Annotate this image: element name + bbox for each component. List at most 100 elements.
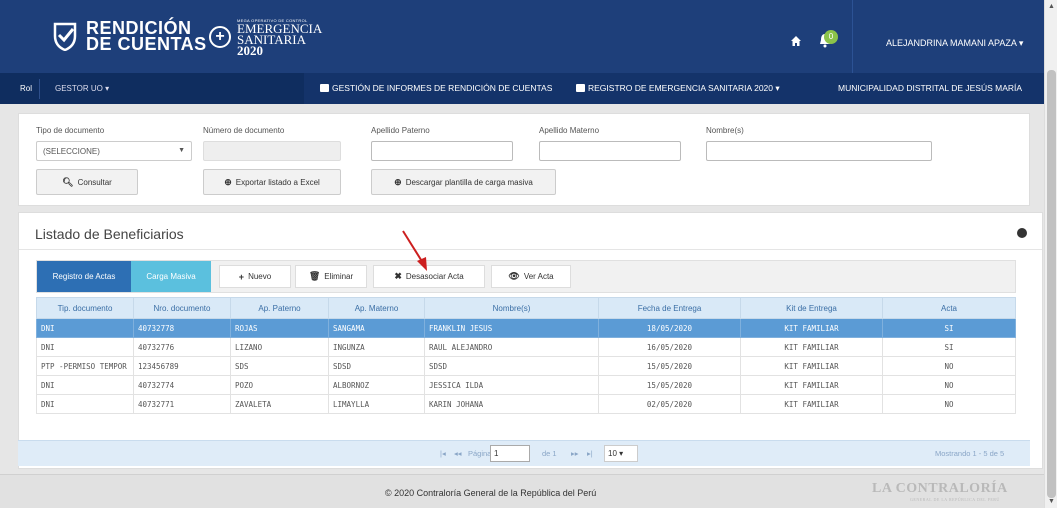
col-tip-documento[interactable]: Tip. documento (36, 297, 134, 319)
collapse-icon[interactable] (1017, 228, 1027, 238)
tipo-documento-value: (SELECCIONE) (43, 147, 100, 156)
cell-tip-documento: DNI (36, 375, 134, 395)
filter-panel: Tipo de documento (SELECCIONE) ▼ Número … (18, 113, 1030, 206)
pagina-label: Página (468, 449, 492, 458)
apellido-paterno-input[interactable] (371, 141, 513, 161)
cell-acta: NO (882, 356, 1016, 376)
cell-ap-materno: SANGAMA (328, 318, 425, 338)
beneficiarios-table: Tip. documento Nro. documento Ap. Patern… (36, 297, 1016, 414)
cell-ap-materno: SDSD (328, 356, 425, 376)
cell-acta: NO (882, 375, 1016, 395)
exportar-label: Exportar listado a Excel (235, 177, 320, 187)
copyright-text: © 2020 Contraloría General de la Repúbli… (385, 488, 597, 498)
page-scrollbar[interactable]: ▲ ▼ (1044, 0, 1057, 508)
exportar-excel-button[interactable]: ⊕ Exportar listado a Excel (203, 169, 341, 195)
apellido-paterno-label: Apellido Paterno (371, 126, 430, 135)
cell-fecha: 15/05/2020 (598, 375, 741, 395)
cell-acta: SI (882, 318, 1016, 338)
search-icon: 🔍︎ (62, 176, 74, 187)
panel-title: Listado de Beneficiarios (35, 226, 184, 242)
cell-tip-documento: PTP -PERMISO TEMPOR (36, 356, 134, 376)
user-menu[interactable]: ALEJANDRINA MAMANI APAZA ▾ (886, 38, 1023, 49)
cell-kit: KIT FAMILIAR (740, 356, 883, 376)
nav-registro-emergencia[interactable]: REGISTRO DE EMERGENCIA SANITARIA 2020 ▾ (576, 83, 780, 94)
contraloria-logo-line2: GENERAL DE LA REPÚBLICA DEL PERÚ (910, 497, 1000, 502)
tipo-documento-select[interactable]: (SELECCIONE) ▼ (36, 141, 192, 161)
trash-icon: 🗑︎ (308, 271, 321, 281)
numero-documento-input[interactable] (203, 141, 341, 161)
page-footer: © 2020 Contraloría General de la Repúbli… (0, 474, 1044, 508)
apellido-materno-input[interactable] (539, 141, 681, 161)
table-row[interactable]: DNI 40732771 ZAVALETA LIMAYLLA KARIN JOH… (36, 394, 1016, 414)
emergencia-sanitaria-logo[interactable]: + MEGA OPERATIVO DE CONTROL EMERGENCIA S… (209, 18, 322, 57)
prev-page-icon[interactable]: ◂◂ (454, 449, 462, 458)
monitor-icon (576, 84, 585, 92)
col-ap-materno[interactable]: Ap. Materno (328, 297, 425, 319)
table-row[interactable]: DNI 40732778 ROJAS SANGAMA FRANKLIN JESU… (36, 318, 1016, 338)
table-row[interactable]: DNI 40732776 LIZANO INGUNZA RAUL ALEJAND… (36, 337, 1016, 357)
last-page-icon[interactable]: ▸| (587, 449, 593, 458)
cell-ap-materno: LIMAYLLA (328, 394, 425, 414)
table-row[interactable]: DNI 40732774 POZO ALBORNOZ JESSICA ILDA … (36, 375, 1016, 395)
nuevo-button[interactable]: + Nuevo (219, 265, 291, 288)
cell-nro-documento: 123456789 (133, 356, 231, 376)
cell-ap-paterno: POZO (230, 375, 329, 395)
role-dropdown[interactable]: GESTOR UO ▾ (55, 84, 109, 93)
page-size-select[interactable]: 10 ▾ (604, 445, 638, 462)
eliminar-button[interactable]: 🗑︎ Eliminar (295, 265, 367, 288)
top-header: RENDICIÓN DE CUENTAS + MEGA OPERATIVO DE… (0, 0, 1044, 73)
numero-documento-label: Número de documento (203, 126, 285, 135)
tab-carga-masiva[interactable]: Carga Masiva (131, 261, 211, 292)
descargar-plantilla-button[interactable]: ⊕ Descargar plantilla de carga masiva (371, 169, 556, 195)
role-section: Rol GESTOR UO ▾ (0, 73, 304, 104)
cell-fecha: 02/05/2020 (598, 394, 741, 414)
cell-nro-documento: 40732776 (133, 337, 231, 357)
ver-acta-label: Ver Acta (523, 272, 554, 281)
consultar-button[interactable]: 🔍︎ Consultar (36, 169, 138, 195)
cell-ap-materno: INGUNZA (328, 337, 425, 357)
cell-nombres: FRANKLIN JESUS (424, 318, 599, 338)
nombres-input[interactable] (706, 141, 932, 161)
col-acta[interactable]: Acta (882, 297, 1016, 319)
notification-badge: 0 (824, 30, 838, 44)
role-value: GESTOR UO (55, 84, 103, 93)
cell-ap-paterno: ZAVALETA (230, 394, 329, 414)
page-number-input[interactable]: 1 (490, 445, 530, 462)
home-icon[interactable] (790, 35, 802, 47)
col-nombres[interactable]: Nombre(s) (424, 297, 599, 319)
cell-fecha: 16/05/2020 (598, 337, 741, 357)
rendicion-cuentas-logo[interactable]: RENDICIÓN DE CUENTAS (52, 19, 207, 53)
cell-ap-paterno: SDS (230, 356, 329, 376)
next-page-icon[interactable]: ▸▸ (571, 449, 579, 458)
col-fecha-entrega[interactable]: Fecha de Entrega (598, 297, 741, 319)
chevron-down-icon: ▼ (178, 147, 185, 154)
cell-fecha: 15/05/2020 (598, 356, 741, 376)
col-ap-paterno[interactable]: Ap. Paterno (230, 297, 329, 319)
cell-ap-materno: ALBORNOZ (328, 375, 425, 395)
col-nro-documento[interactable]: Nro. documento (133, 297, 231, 319)
first-page-icon[interactable]: |◂ (440, 449, 446, 458)
header-divider (852, 0, 853, 73)
cell-nombres: RAUL ALEJANDRO (424, 337, 599, 357)
nav-gestion-informes[interactable]: GESTIÓN DE INFORMES DE RENDICIÓN DE CUEN… (320, 83, 552, 93)
panel-divider (19, 249, 1042, 250)
plus-icon: + (238, 271, 245, 282)
contraloria-logo-line1: LA CONTRALORÍA (872, 481, 1008, 496)
download-icon: ⊕ (394, 176, 402, 187)
nombres-label: Nombre(s) (706, 126, 744, 135)
apellido-materno-label: Apellido Materno (539, 126, 600, 135)
col-kit-entrega[interactable]: Kit de Entrega (740, 297, 883, 319)
ver-acta-button[interactable]: 👁︎ Ver Acta (491, 265, 571, 288)
nav-gestion-label: GESTIÓN DE INFORMES DE RENDICIÓN DE CUEN… (332, 83, 553, 93)
page-total: de 1 (542, 449, 557, 458)
scroll-up-icon[interactable]: ▲ (1048, 3, 1055, 10)
scroll-down-icon[interactable]: ▼ (1048, 498, 1055, 505)
scroll-thumb[interactable] (1047, 70, 1056, 498)
cell-kit: KIT FAMILIAR (740, 318, 883, 338)
tab-registro-actas[interactable]: Registro de Actas (37, 261, 131, 292)
cell-ap-paterno: ROJAS (230, 318, 329, 338)
shield-check-icon (53, 22, 77, 51)
nuevo-label: Nuevo (248, 272, 272, 281)
eliminar-label: Eliminar (324, 272, 354, 281)
table-row[interactable]: PTP -PERMISO TEMPOR 123456789 SDS SDSD S… (36, 356, 1016, 376)
